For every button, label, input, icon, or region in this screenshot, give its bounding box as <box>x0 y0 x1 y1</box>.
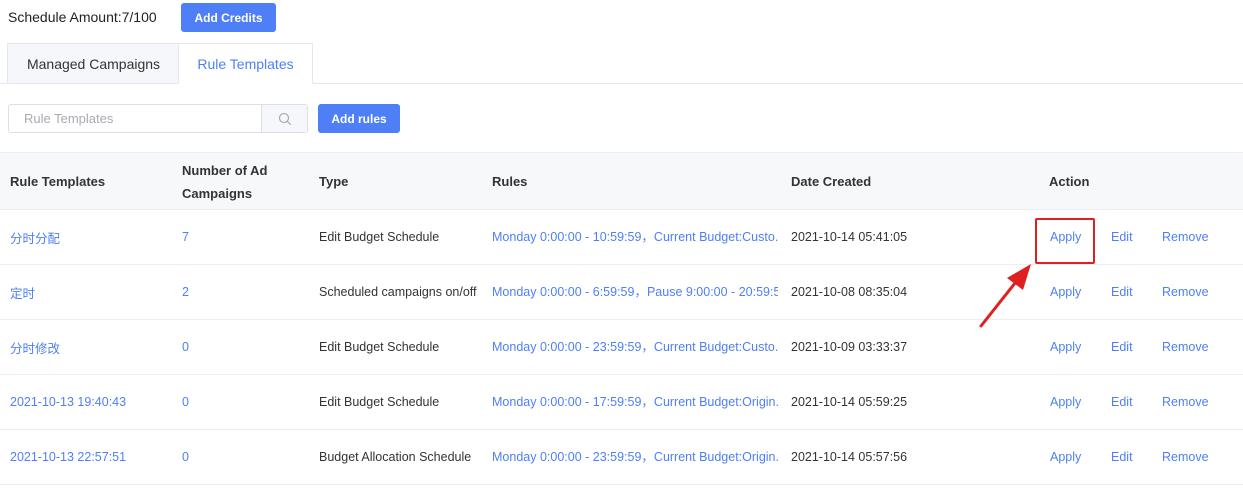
table-row: 定时 2 Scheduled campaigns on/off Monday 0… <box>0 265 1243 320</box>
search-button[interactable] <box>261 105 307 132</box>
edit-button[interactable]: Edit <box>1111 375 1133 429</box>
rule-summary-text: Monday 0:00:00 - 10:59:59，Current Budget… <box>492 230 778 244</box>
rule-summary-text: Monday 0:00:00 - 6:59:59，Pause 9:00:00 -… <box>492 285 778 299</box>
rule-summary-link[interactable]: Monday 0:00:00 - 17:59:59，Current Budget… <box>492 375 778 429</box>
remove-button[interactable]: Remove <box>1162 430 1209 484</box>
rule-templates-table: Rule Templates Number of Ad Campaigns Ty… <box>0 152 1243 485</box>
remove-button[interactable]: Remove <box>1162 320 1209 374</box>
column-header-date-created: Date Created <box>791 174 872 189</box>
remove-button[interactable]: Remove <box>1162 375 1209 429</box>
date-created: 2021-10-09 03:33:37 <box>791 340 908 354</box>
apply-button[interactable]: Apply <box>1050 430 1081 484</box>
column-header-rule-templates: Rule Templates <box>10 174 106 189</box>
rule-type: Scheduled campaigns on/off <box>319 285 477 299</box>
rule-type: Edit Budget Schedule <box>319 230 440 244</box>
ad-campaign-count-link[interactable]: 0 <box>182 430 312 484</box>
ad-campaign-count-link[interactable]: 0 <box>182 320 312 374</box>
tab-bar: Managed Campaigns Rule Templates <box>0 43 1243 84</box>
ad-campaign-count-link[interactable]: 2 <box>182 265 312 319</box>
column-header-number-of-ad-campaigns: Number of Ad Campaigns <box>182 162 268 201</box>
column-header-rules: Rules <box>492 174 528 189</box>
ad-campaign-count-link[interactable]: 7 <box>182 210 312 264</box>
rule-summary-link[interactable]: Monday 0:00:00 - 23:59:59，Current Budget… <box>492 430 778 484</box>
rule-template-name-link[interactable]: 分时分配 <box>10 210 175 264</box>
edit-button[interactable]: Edit <box>1111 265 1133 319</box>
rule-summary-text: Monday 0:00:00 - 23:59:59，Current Budget… <box>492 450 778 464</box>
rule-summary-text: Monday 0:00:00 - 17:59:59，Current Budget… <box>492 395 778 409</box>
ad-campaign-count-link[interactable]: 0 <box>182 375 312 429</box>
search-box <box>8 104 308 133</box>
rule-template-name-link[interactable]: 2021-10-13 22:57:51 <box>10 430 175 484</box>
add-credits-button[interactable]: Add Credits <box>181 3 276 32</box>
rule-summary-text: Monday 0:00:00 - 23:59:59，Current Budget… <box>492 340 778 354</box>
edit-button[interactable]: Edit <box>1111 430 1133 484</box>
tab-managed-campaigns[interactable]: Managed Campaigns <box>7 43 179 84</box>
edit-button[interactable]: Edit <box>1111 320 1133 374</box>
rule-template-name-link[interactable]: 2021-10-13 19:40:43 <box>10 375 175 429</box>
column-header-type: Type <box>319 174 349 189</box>
rule-summary-link[interactable]: Monday 0:00:00 - 10:59:59，Current Budget… <box>492 210 778 264</box>
schedule-amount: Schedule Amount:7/100 <box>8 9 157 25</box>
search-input[interactable] <box>9 105 262 132</box>
date-created: 2021-10-14 05:41:05 <box>791 230 908 244</box>
rule-type: Edit Budget Schedule <box>319 340 440 354</box>
table-row: 分时分配 7 Edit Budget Schedule Monday 0:00:… <box>0 210 1243 265</box>
rule-template-name-link[interactable]: 分时修改 <box>10 320 175 374</box>
table-row: 分时修改 0 Edit Budget Schedule Monday 0:00:… <box>0 320 1243 375</box>
column-header-action: Action <box>1049 174 1090 189</box>
remove-button[interactable]: Remove <box>1162 265 1209 319</box>
apply-button[interactable]: Apply <box>1050 320 1081 374</box>
date-created: 2021-10-14 05:57:56 <box>791 450 908 464</box>
add-rules-button[interactable]: Add rules <box>318 104 400 133</box>
rule-template-name-link[interactable]: 定时 <box>10 265 175 319</box>
rule-type: Edit Budget Schedule <box>319 395 440 409</box>
rule-summary-link[interactable]: Monday 0:00:00 - 6:59:59，Pause 9:00:00 -… <box>492 265 778 319</box>
top-bar: Schedule Amount:7/100 Add Credits <box>0 0 1243 36</box>
tab-rule-templates[interactable]: Rule Templates <box>178 43 313 84</box>
table-row: 2021-10-13 22:57:51 0 Budget Allocation … <box>0 430 1243 485</box>
apply-button[interactable]: Apply <box>1050 265 1081 319</box>
rule-summary-link[interactable]: Monday 0:00:00 - 23:59:59，Current Budget… <box>492 320 778 374</box>
apply-button[interactable]: Apply <box>1050 210 1081 264</box>
remove-button[interactable]: Remove <box>1162 210 1209 264</box>
date-created: 2021-10-14 05:59:25 <box>791 395 908 409</box>
date-created: 2021-10-08 08:35:04 <box>791 285 908 299</box>
search-icon <box>278 112 291 125</box>
table-row: 2021-10-13 19:40:43 0 Edit Budget Schedu… <box>0 375 1243 430</box>
edit-button[interactable]: Edit <box>1111 210 1133 264</box>
table-header: Rule Templates Number of Ad Campaigns Ty… <box>0 152 1243 210</box>
apply-button[interactable]: Apply <box>1050 375 1081 429</box>
rule-type: Budget Allocation Schedule <box>319 450 472 464</box>
